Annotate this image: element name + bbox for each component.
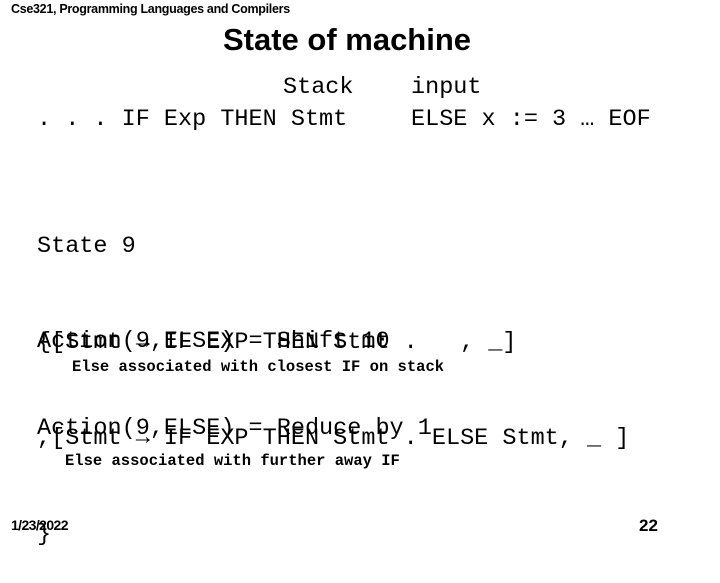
slide-title: State of machine [222,22,472,57]
action-reduce: Action(9,ELSE) = Reduce by 1 [37,415,432,442]
state-name: State 9 [37,233,136,260]
action-reduce-note: Else associated with further away IF [65,452,400,470]
stack-label: Stack [283,74,354,101]
input-label: input [411,74,482,101]
footer-date: 1/23/2022 [11,517,68,533]
action-shift: Action(9,ELSE) = Shift 10 [37,328,390,355]
input-content: ELSE x := 3 … EOF [411,106,651,133]
state-item: } [37,521,52,548]
stack-content: . . . IF Exp THEN Stmt [37,106,348,133]
page-number: 22 [639,516,658,535]
action-shift-note: Else associated with closest IF on stack [72,358,445,376]
course-header: Cse321, Programming Languages and Compil… [11,2,290,16]
